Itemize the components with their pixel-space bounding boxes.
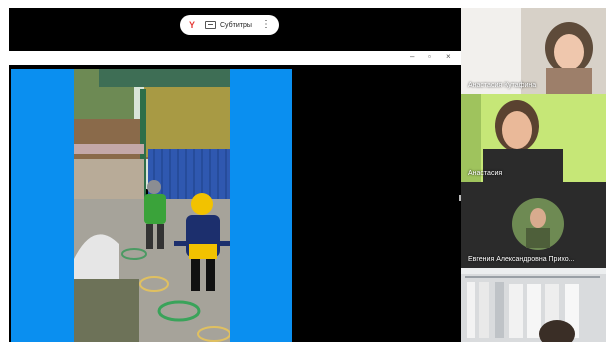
subtitles-button[interactable]: Субтитры: [220, 22, 252, 29]
close-window-icon[interactable]: ×: [446, 52, 451, 61]
participant-tile[interactable]: Анастасия: [461, 94, 606, 182]
participant-tile[interactable]: Анастасия Кутафина: [461, 8, 606, 94]
slide-blue-right-panel: [230, 69, 292, 342]
restore-window-icon[interactable]: ▫: [428, 52, 431, 61]
minimize-window-icon[interactable]: –: [410, 52, 414, 61]
slide-photo-children-playground: [74, 69, 230, 342]
subtitles-icon[interactable]: [205, 21, 216, 29]
more-options-icon[interactable]: ⋮: [261, 20, 271, 30]
top-toolbar-pill: Y Субтитры ⋮: [180, 15, 279, 35]
participant-name: Анастасия: [468, 170, 503, 177]
yandex-logo-icon: Y: [189, 20, 196, 30]
slide-blue-left-panel: [11, 69, 74, 342]
participant-name: Евгения Александровна Прихо...: [468, 256, 575, 263]
participant-name: Анастасия Кутафина: [468, 82, 537, 89]
shared-window-titlebar: – ▫ ×: [9, 51, 461, 65]
participant-tile[interactable]: [461, 268, 606, 342]
participant-tile[interactable]: Евгения Александровна Прихо...: [461, 182, 606, 268]
